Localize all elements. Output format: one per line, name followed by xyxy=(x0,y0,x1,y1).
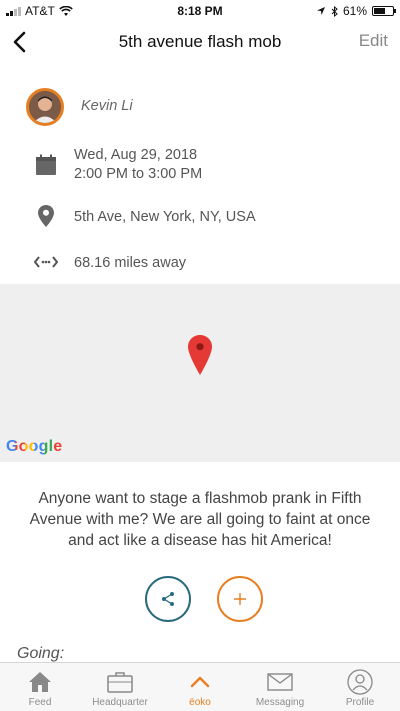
event-location: 5th Ave, New York, NY, USA xyxy=(74,209,256,225)
map-view[interactable]: Google xyxy=(0,284,400,462)
event-date: Wed, Aug 29, 2018 xyxy=(74,147,198,163)
tab-messaging[interactable]: Messaging xyxy=(240,663,320,711)
bluetooth-icon xyxy=(331,5,338,17)
going-label: Going: xyxy=(17,645,65,662)
date-row: Wed, Aug 29, 2018 2:00 PM to 3:00 PM xyxy=(0,146,400,186)
event-distance: 68.16 miles away xyxy=(74,255,187,271)
briefcase-icon xyxy=(107,668,133,696)
edit-button[interactable]: Edit xyxy=(359,31,388,51)
nav-bar: 5th avenue flash mob Edit xyxy=(0,22,400,62)
tab-bar: Feed Headquarter ëoko Messaging Profile xyxy=(0,662,400,711)
battery-icon xyxy=(372,6,396,16)
google-logo-text: Google xyxy=(6,438,63,455)
tab-messaging-label: Messaging xyxy=(255,697,305,708)
google-logo: Google xyxy=(6,438,62,456)
map-pin-icon[interactable] xyxy=(188,335,212,375)
location-pin-icon xyxy=(28,205,64,227)
distance-row: 68.16 miles away xyxy=(0,252,400,274)
page-title: 5th avenue flash mob xyxy=(118,32,282,51)
chevron-up-icon xyxy=(190,668,210,696)
tab-profile[interactable]: Profile xyxy=(320,663,400,711)
tab-headquarter[interactable]: Headquarter xyxy=(80,663,160,711)
tab-eoko[interactable]: ëoko xyxy=(160,663,240,711)
add-button[interactable] xyxy=(217,576,263,622)
event-time: 2:00 PM to 3:00 PM xyxy=(74,166,203,182)
user-icon xyxy=(347,668,373,696)
avatar-user-icon xyxy=(29,91,61,123)
envelope-icon xyxy=(267,668,293,696)
share-icon xyxy=(162,592,174,606)
author-row[interactable]: Kevin Li xyxy=(0,88,400,128)
home-icon xyxy=(28,668,52,696)
battery-label: 61% xyxy=(342,4,367,18)
event-description: Anyone want to stage a flashmob prank in… xyxy=(29,490,371,549)
location-arrow-icon xyxy=(316,7,325,15)
tab-feed[interactable]: Feed xyxy=(0,663,80,711)
location-row: 5th Ave, New York, NY, USA xyxy=(0,205,400,231)
distance-arrows-icon xyxy=(28,256,64,268)
tab-headquarter-label: Headquarter xyxy=(92,697,148,708)
share-button[interactable] xyxy=(145,576,191,622)
tab-feed-label: Feed xyxy=(28,697,52,708)
tab-eoko-label: ëoko xyxy=(189,697,211,708)
status-right: 61% xyxy=(316,4,396,18)
avatar[interactable] xyxy=(26,88,64,126)
status-bar: AT&T 8:18 PM 61% xyxy=(0,0,400,22)
tab-profile-label: Profile xyxy=(345,697,375,708)
plus-icon xyxy=(234,593,246,605)
author-name: Kevin Li xyxy=(81,98,133,114)
calendar-icon xyxy=(28,154,64,176)
